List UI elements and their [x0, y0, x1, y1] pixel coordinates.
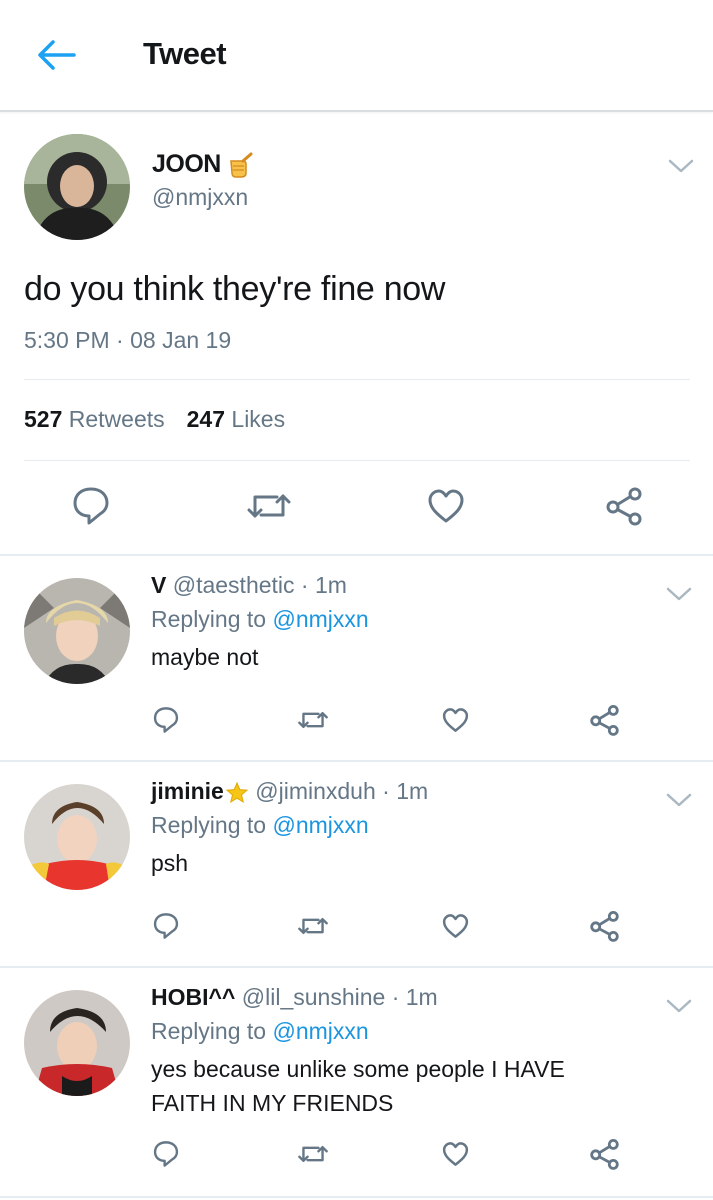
chevron-down-icon[interactable] [668, 158, 694, 174]
tweet-timestamp: 5:30 PM · 08 Jan 19 [24, 327, 232, 353]
retweets-count: 527 [24, 406, 63, 432]
avatar[interactable] [24, 578, 130, 684]
author-name[interactable]: HOBI^^ [151, 984, 235, 1010]
reply-tweet[interactable]: V @taesthetic · 1m Replying to @nmjxxn m… [0, 556, 713, 762]
replying-to-link[interactable]: @nmjxxn [272, 812, 368, 838]
author-handle-time: @jiminxduh · 1m [255, 778, 429, 804]
page-title: Tweet [143, 36, 227, 71]
reply-header: jiminie @jiminxduh · 1m [151, 778, 428, 805]
likes-stat[interactable]: 247 Likes [187, 406, 285, 432]
star-emoji-icon [225, 781, 249, 803]
author-name[interactable]: jiminie [151, 778, 224, 804]
share-icon[interactable] [589, 910, 620, 942]
reply-actions [0, 1138, 713, 1178]
reply-icon[interactable] [153, 912, 179, 940]
avatar[interactable] [24, 134, 130, 240]
divider [24, 460, 690, 461]
tweet-actions [0, 486, 713, 526]
replying-to: Replying to @nmjxxn [151, 1018, 369, 1045]
avatar[interactable] [24, 784, 130, 890]
reply-tweet[interactable]: HOBI^^ @lil_sunshine · 1m Replying to @n… [0, 968, 713, 1198]
back-arrow-icon[interactable] [36, 38, 76, 72]
retweet-icon[interactable] [247, 490, 291, 522]
reply-actions [0, 704, 713, 744]
like-icon[interactable] [442, 707, 469, 733]
reply-icon[interactable] [153, 706, 179, 734]
replying-to-label: Replying to [151, 606, 267, 632]
retweets-stat[interactable]: 527 Retweets [24, 406, 165, 432]
divider [24, 379, 690, 380]
replying-to-link[interactable]: @nmjxxn [272, 606, 368, 632]
author-name: JOON [152, 150, 255, 179]
reply-tweet[interactable]: jiminie @jiminxduh · 1m Replying to @nmj… [0, 762, 713, 968]
chevron-down-icon[interactable] [666, 586, 692, 602]
tweet-text: do you think they're fine now [24, 270, 446, 308]
main-tweet: JOON @nmjxxn do you think they're fine n… [0, 112, 713, 556]
reply-text: psh [151, 850, 189, 876]
replying-to-link[interactable]: @nmjxxn [272, 1018, 368, 1044]
author-handle[interactable]: @nmjxxn [152, 184, 248, 211]
pointing-hand-emoji-icon [230, 152, 253, 179]
retweet-icon[interactable] [298, 915, 328, 937]
likes-count: 247 [186, 406, 226, 432]
reply-icon[interactable] [72, 486, 110, 526]
reply-actions [0, 910, 713, 950]
like-icon[interactable] [427, 488, 465, 524]
like-icon[interactable] [442, 913, 469, 939]
replying-to-label: Replying to [151, 1018, 267, 1044]
author-handle-time: @lil_sunshine · 1m [241, 984, 438, 1010]
tweet-stats: 527 Retweets 247 Likes [24, 406, 285, 433]
share-icon[interactable] [605, 486, 643, 526]
author-name[interactable]: V [151, 572, 166, 598]
avatar[interactable] [24, 990, 130, 1096]
retweets-label: Retweets [68, 406, 165, 432]
like-icon[interactable] [442, 1141, 469, 1167]
chevron-down-icon[interactable] [666, 792, 692, 808]
reply-icon[interactable] [153, 1140, 179, 1168]
replying-to: Replying to @nmjxxn [151, 812, 369, 839]
reply-text: maybe not [151, 644, 259, 670]
share-icon[interactable] [589, 1138, 620, 1170]
replying-to: Replying to @nmjxxn [151, 606, 369, 633]
retweet-icon[interactable] [298, 709, 328, 731]
replying-to-label: Replying to [151, 812, 267, 838]
share-icon[interactable] [589, 704, 620, 736]
reply-header: HOBI^^ @lil_sunshine · 1m [151, 984, 438, 1011]
author-name-text: JOON [152, 150, 221, 178]
likes-label: Likes [231, 406, 286, 432]
reply-text: yes because unlike some people I HAVE FA… [151, 1056, 565, 1116]
author-handle-time: @taesthetic · 1m [172, 572, 347, 598]
retweet-icon[interactable] [298, 1143, 328, 1165]
chevron-down-icon[interactable] [666, 998, 692, 1014]
reply-header: V @taesthetic · 1m [151, 572, 347, 599]
top-bar: Tweet [0, 0, 713, 112]
